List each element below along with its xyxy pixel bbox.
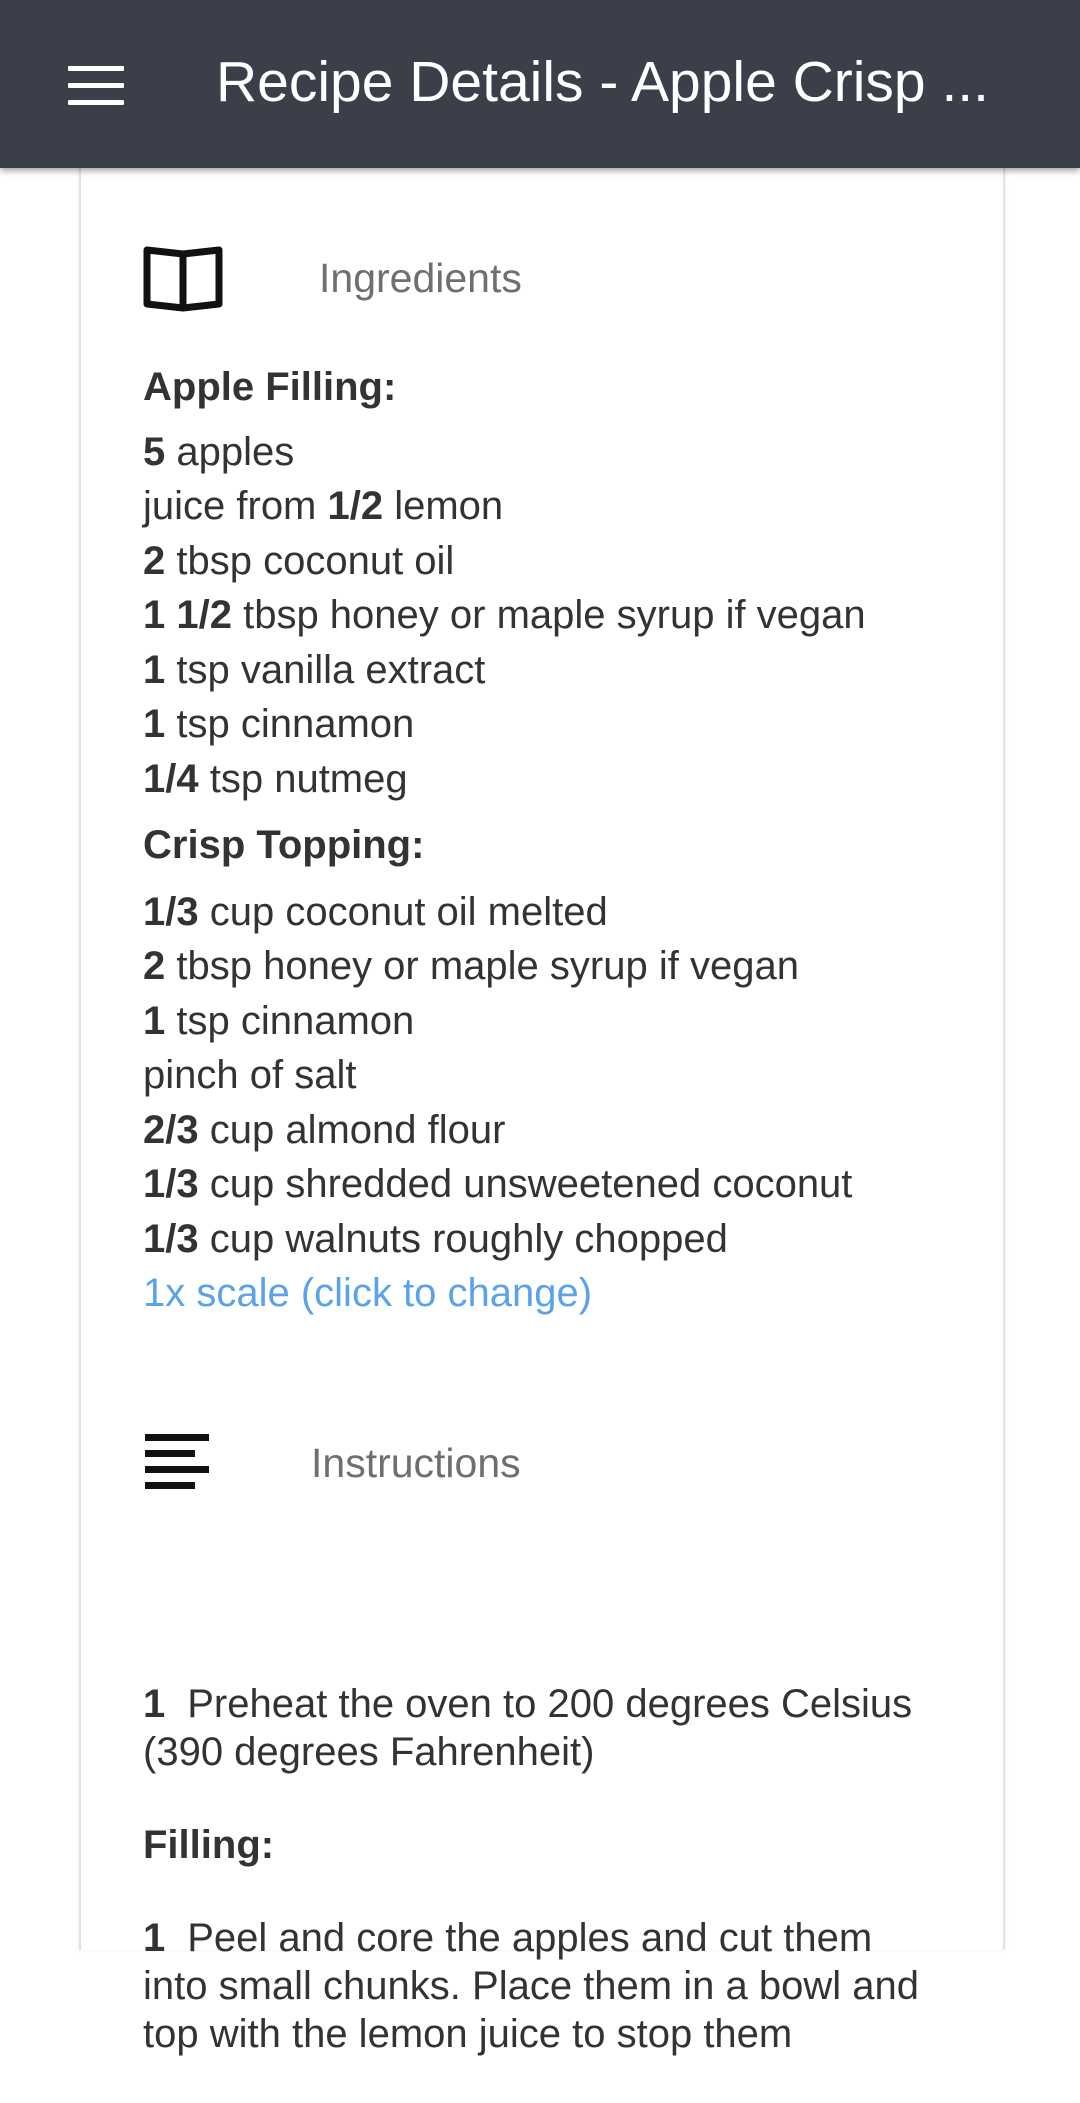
- ingredient-group-apple-filling: 5 apples juice from 1/2 lemon 2 tbsp cocon…: [143, 425, 963, 807]
- instruction-subtitle-filling: Filling:: [143, 1823, 275, 1867]
- group-title-apple-filling: Apple Filling:: [143, 365, 397, 409]
- ingredient-quantity: 2/3: [143, 1107, 199, 1152]
- ingredient-item: 1 tsp cinnamon: [143, 994, 963, 1049]
- ingredient-text: tsp cinnamon: [165, 998, 415, 1043]
- ingredient-text: lemon: [383, 484, 504, 528]
- ingredient-quantity: 1: [143, 647, 166, 692]
- ingredient-item: 1/3 cup walnuts roughly chopped: [143, 1212, 963, 1267]
- page-title: Recipe Details - Apple Crisp ...: [216, 50, 989, 114]
- ingredients-header: Ingredients: [143, 244, 522, 312]
- ingredient-quantity: 1/3: [143, 1216, 199, 1261]
- scale-link[interactable]: 1x scale (click to change): [143, 1266, 963, 1321]
- instructions-title: Instructions: [311, 1439, 521, 1486]
- step-text: Peel and core the apples and cut them in…: [143, 1916, 919, 2056]
- ingredient-item: 1 tsp cinnamon: [143, 697, 963, 752]
- group-title-crisp-topping: Crisp Topping:: [143, 823, 425, 867]
- ingredient-quantity: 1: [143, 998, 166, 1043]
- recipe-card: Ingredients Apple Filling: 5 apples juice…: [79, 150, 1005, 2056]
- ingredient-quantity: 1/4: [143, 756, 199, 801]
- open-book-icon: [143, 246, 223, 312]
- ingredient-item: 1 tsp vanilla extract: [143, 643, 963, 698]
- ingredient-item: 5 apples: [143, 425, 963, 480]
- ingredient-prefix: juice from: [143, 484, 328, 528]
- instruction-step: 1 Preheat the oven to 200 degrees Celsius…: [143, 1680, 933, 1776]
- step-number: 1: [143, 1916, 166, 1960]
- text-lines-icon: [145, 1434, 209, 1489]
- ingredient-text: tbsp coconut oil: [165, 538, 455, 583]
- ingredient-quantity: 1/2: [327, 484, 384, 528]
- ingredient-item: 2/3 cup almond flour: [143, 1103, 963, 1158]
- ingredient-quantity: 2: [143, 944, 166, 988]
- ingredient-quantity: 1 1/2: [143, 593, 232, 637]
- ingredient-text: tsp vanilla extract: [165, 647, 486, 692]
- ingredients-list: Apple Filling: 5 apples juice from 1/2 le…: [143, 360, 963, 1321]
- instructions-header: Instructions: [143, 1430, 521, 1496]
- ingredient-quantity: 1: [143, 702, 166, 746]
- ingredient-text: cup almond flour: [198, 1107, 506, 1152]
- ingredient-item: 1/4 tsp nutmeg: [143, 752, 963, 807]
- ingredient-item: juice from 1/2 lemon: [143, 479, 963, 534]
- ingredient-quantity: 5: [143, 429, 166, 474]
- ingredient-item: 2 tbsp coconut oil: [143, 534, 963, 589]
- app-bar: Recipe Details - Apple Crisp ...: [0, 0, 1080, 168]
- ingredient-prefix: pinch of salt: [143, 1053, 357, 1097]
- ingredients-title: Ingredients: [319, 254, 522, 301]
- ingredient-text: tbsp honey or maple syrup if vegan: [165, 944, 799, 988]
- ingredient-group-crisp-topping: 1/3 cup coconut oil melted 2 tbsp honey o…: [143, 885, 963, 1267]
- ingredient-quantity: 1/3: [143, 889, 199, 934]
- ingredient-item: pinch of salt: [143, 1048, 963, 1103]
- hamburger-menu-icon[interactable]: [68, 66, 124, 106]
- step-text: Preheat the oven to 200 degrees Celsius …: [143, 1682, 913, 1774]
- ingredient-quantity: 2: [143, 538, 166, 583]
- ingredient-item: 1 1/2 tbsp honey or maple syrup if vegan: [143, 588, 963, 643]
- ingredient-quantity: 1/3: [143, 1162, 199, 1206]
- ingredient-text: cup coconut oil melted: [198, 889, 608, 934]
- ingredient-text: tsp cinnamon: [165, 702, 415, 746]
- ingredient-item: 2 tbsp honey or maple syrup if vegan: [143, 939, 963, 994]
- ingredient-text: tsp nutmeg: [198, 756, 408, 801]
- step-number: 1: [143, 1682, 166, 1726]
- ingredient-item: 1/3 cup coconut oil melted: [143, 885, 963, 940]
- ingredient-text: apples: [165, 429, 295, 474]
- ingredient-text: cup walnuts roughly chopped: [198, 1216, 728, 1261]
- ingredient-item: 1/3 cup shredded unsweetened coconut: [143, 1157, 963, 1212]
- ingredient-text: tbsp honey or maple syrup if vegan: [231, 593, 866, 637]
- instructions-list: 1 Preheat the oven to 200 degrees Celsius…: [143, 1680, 933, 2103]
- ingredient-text: cup shredded unsweetened coconut: [198, 1162, 853, 1206]
- instruction-step: 1 Peel and core the apples and cut them i…: [143, 1914, 933, 2058]
